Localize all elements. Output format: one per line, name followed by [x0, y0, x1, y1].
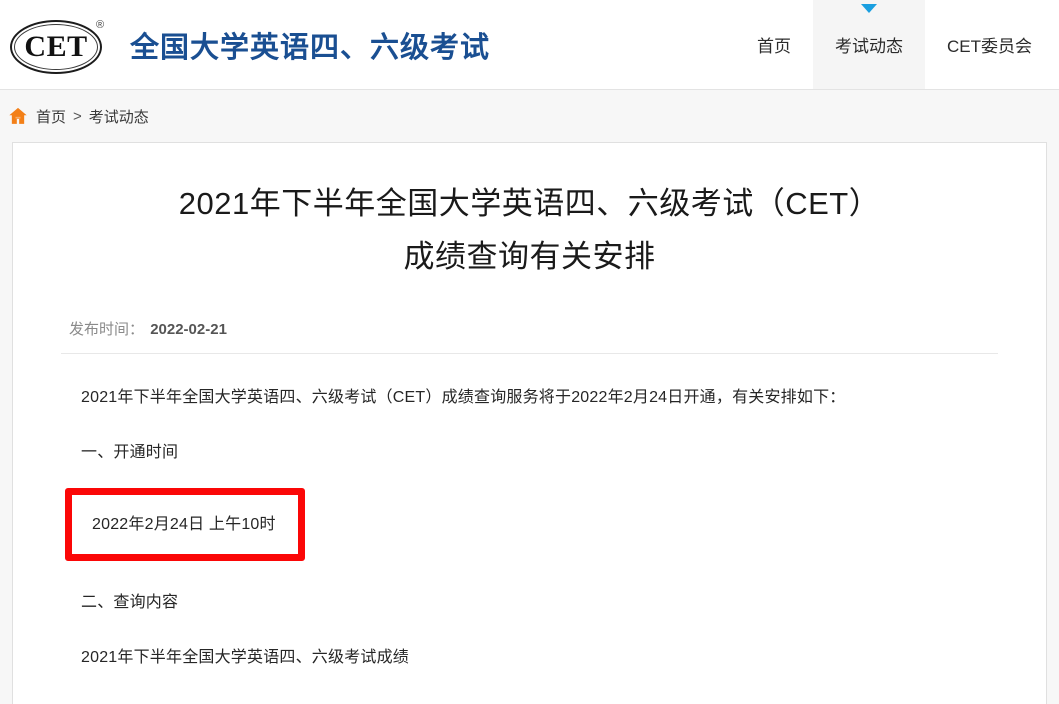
article-paragraph-content: 2021年下半年全国大学英语四、六级考试成绩	[81, 649, 409, 667]
article-heading-section-2: 二、查询内容	[81, 594, 179, 612]
article-card: 2021年下半年全国大学英语四、六级考试（CET） 成绩查询有关安排 发布时间：…	[12, 142, 1047, 704]
site-header: CET ® 全国大学英语四、六级考试 首页 考试动态 CET委员会 考	[0, 0, 1059, 90]
breadcrumb: 首页 > 考试动态	[0, 90, 1059, 142]
publish-time-value: 2022-02-21	[150, 320, 227, 338]
brand-title: 全国大学英语四、六级考试	[130, 31, 491, 64]
meta-divider	[61, 352, 998, 354]
nav-item-label: 考试动态	[835, 37, 903, 56]
registered-trademark-icon: ®	[96, 18, 105, 31]
home-icon	[9, 107, 27, 124]
breadcrumb-item-exam-news[interactable]: 考试动态	[89, 106, 149, 127]
article-heading-section-1: 一、开通时间	[81, 443, 179, 461]
nav-item-overflow[interactable]: 考	[1054, 0, 1059, 89]
publish-time-label: 发布时间：	[69, 320, 145, 338]
breadcrumb-item-home[interactable]: 首页	[36, 106, 66, 127]
page-title: 2021年下半年全国大学英语四、六级考试（CET） 成绩查询有关安排	[61, 177, 998, 284]
publish-meta: 发布时间： 2022-02-21	[61, 318, 998, 339]
nav-item-label: CET委员会	[947, 37, 1032, 56]
nav-item-cet-committee[interactable]: CET委员会	[925, 0, 1054, 89]
cet-logo-icon: CET ®	[8, 14, 112, 76]
article-body: 2021年下半年全国大学英语四、六级考试（CET）成绩查询服务将于2022年2月…	[61, 384, 998, 672]
nav-item-home[interactable]: 首页	[735, 0, 813, 89]
main-navigation: 首页 考试动态 CET委员会 考	[735, 0, 1059, 89]
annotation-highlight-box: 2022年2月24日 上午10时	[65, 488, 305, 562]
nav-item-label: 首页	[757, 37, 791, 56]
highlighted-open-time: 2022年2月24日 上午10时	[92, 516, 276, 533]
nav-item-exam-news[interactable]: 考试动态	[813, 0, 925, 89]
brand-logo[interactable]: CET ® 全国大学英语四、六级考试	[8, 14, 490, 76]
chevron-down-icon	[861, 4, 877, 13]
page-title-line-2: 成绩查询有关安排	[403, 239, 656, 275]
breadcrumb-separator: >	[73, 107, 82, 125]
article-paragraph-intro: 2021年下半年全国大学英语四、六级考试（CET）成绩查询服务将于2022年2月…	[81, 388, 846, 406]
page-title-line-1: 2021年下半年全国大学英语四、六级考试（CET）	[178, 186, 881, 221]
logo-text: CET	[24, 29, 88, 63]
